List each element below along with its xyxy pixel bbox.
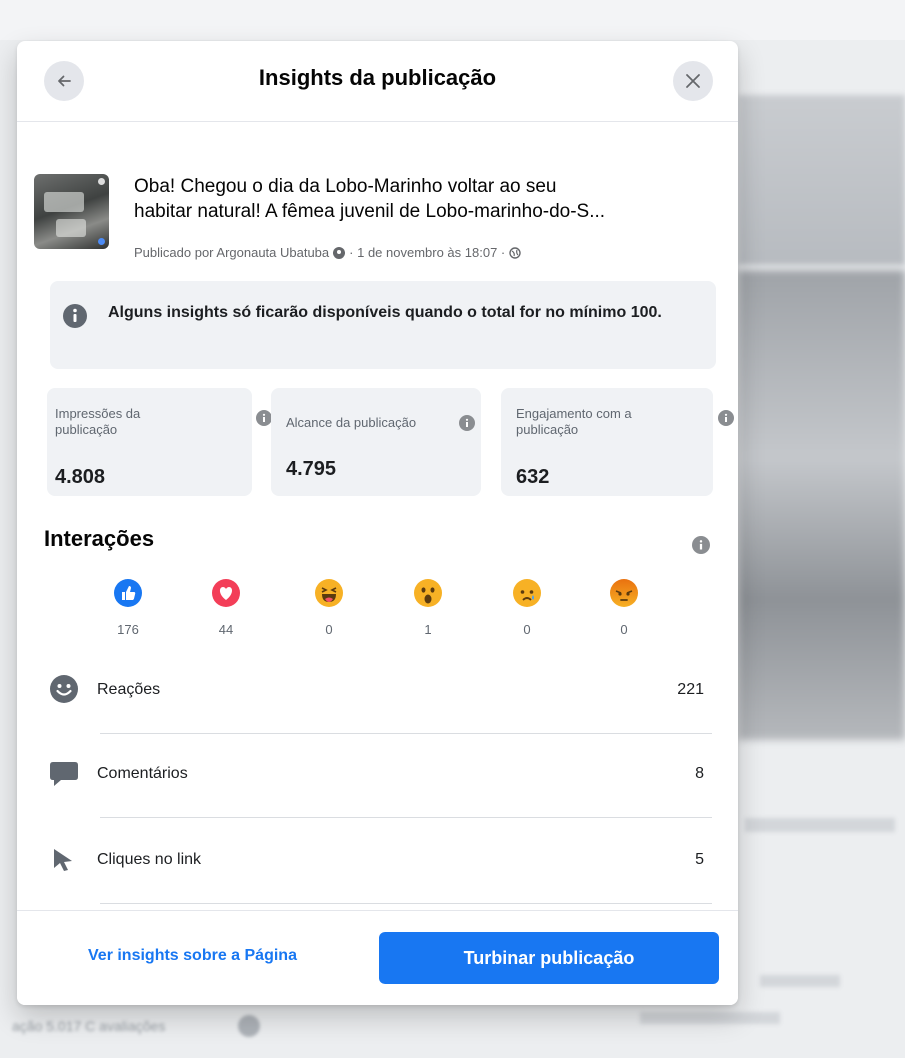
reaction-haha: 0 (309, 579, 349, 637)
post-thumbnail (34, 174, 109, 249)
notice-text: Alguns insights só ficarão disponíveis q… (108, 304, 662, 321)
reaction-sad: 0 (507, 579, 547, 637)
info-icon (62, 303, 88, 334)
background-image (738, 95, 905, 265)
sad-icon (513, 579, 541, 607)
pin-icon (333, 246, 346, 259)
page-insights-link[interactable]: Ver insights sobre a Página (88, 947, 297, 965)
reaction-count: 0 (523, 622, 531, 637)
dialog-header: Insights da publicação (17, 41, 738, 122)
row-value: 5 (695, 851, 704, 868)
post-author: Publicado por Argonauta Ubatuba (134, 245, 330, 260)
info-icon[interactable] (256, 410, 272, 431)
stat-value: 4.795 (286, 458, 337, 480)
wow-icon (414, 579, 442, 607)
boost-post-button[interactable]: Turbinar publicação (379, 932, 719, 984)
smiley-icon (49, 674, 79, 709)
stat-label: Impressões da publicação (55, 406, 141, 437)
post-meta: Publicado por Argonauta Ubatuba · 1 de n… (134, 245, 521, 260)
interactions-title: Interações (44, 526, 155, 551)
dialog-footer: Ver insights sobre a Página Turbinar pub… (17, 910, 738, 1005)
stat-value: 632 (516, 466, 550, 488)
row-label: Reações (97, 681, 161, 698)
background-text (760, 975, 840, 987)
reaction-count: 0 (325, 622, 333, 637)
stat-card-reach: Alcance da publicação 4.795 (271, 388, 481, 496)
post-date: · 1 de novembro às 18:07 · (349, 245, 506, 260)
like-icon (114, 579, 142, 607)
angry-icon (610, 579, 638, 607)
row-value: 221 (677, 681, 704, 698)
divider (100, 733, 712, 734)
reaction-count: 1 (424, 622, 432, 637)
row-value: 8 (695, 765, 704, 782)
post-text: Oba! Chegou o dia da Lobo-Marinho voltar… (134, 174, 724, 224)
stat-card-engagement: Engajamento com a publicação 632 (501, 388, 713, 496)
background-image (738, 270, 905, 740)
row-label: Cliques no link (97, 851, 202, 868)
info-icon[interactable] (459, 415, 475, 436)
cursor-icon (52, 848, 74, 877)
background-text (745, 818, 895, 832)
stat-card-impressions: Impressões da publicação 4.808 (47, 388, 272, 496)
background-top-bar (0, 0, 905, 40)
row-label: Comentários (97, 765, 188, 782)
reaction-like: 176 (108, 579, 148, 637)
interaction-row-comments: Comentários 8 (44, 738, 712, 818)
reaction-count: 176 (117, 622, 139, 637)
divider (100, 817, 712, 818)
reaction-count: 0 (620, 622, 628, 637)
background-info-icon (238, 1015, 260, 1037)
background-text: ação 5.017 C avaliações (12, 1018, 166, 1034)
reaction-angry: 0 (604, 579, 644, 637)
insights-notice: Alguns insights só ficarão disponíveis q… (50, 281, 716, 369)
post-text-line: habitar natural! A fêmea juvenil de Lobo… (134, 201, 606, 222)
comment-icon (49, 758, 79, 793)
divider (100, 903, 712, 904)
reaction-love: 44 (206, 579, 246, 637)
close-button[interactable] (673, 61, 713, 101)
dialog-title: Insights da publicação (258, 65, 497, 90)
love-icon (212, 579, 240, 607)
post-insights-dialog: Insights da publicação Oba! Chegou o dia… (17, 41, 738, 1005)
info-icon[interactable] (718, 410, 734, 431)
close-icon (686, 74, 700, 88)
stat-label: Alcance da publicação (286, 415, 417, 430)
background-text (640, 1012, 780, 1024)
info-icon[interactable] (692, 536, 710, 559)
haha-icon (315, 579, 343, 607)
reaction-wow: 1 (408, 579, 448, 637)
stat-label: Engajamento com a publicação (516, 406, 632, 437)
stat-value: 4.808 (55, 466, 106, 488)
globe-icon (509, 246, 521, 259)
interaction-row-reactions: Reações 221 (44, 654, 712, 734)
interaction-row-link-clicks: Cliques no link 5 (44, 824, 712, 904)
reaction-count: 44 (218, 622, 234, 637)
post-text-line: Oba! Chegou o dia da Lobo-Marinho voltar… (134, 176, 557, 197)
